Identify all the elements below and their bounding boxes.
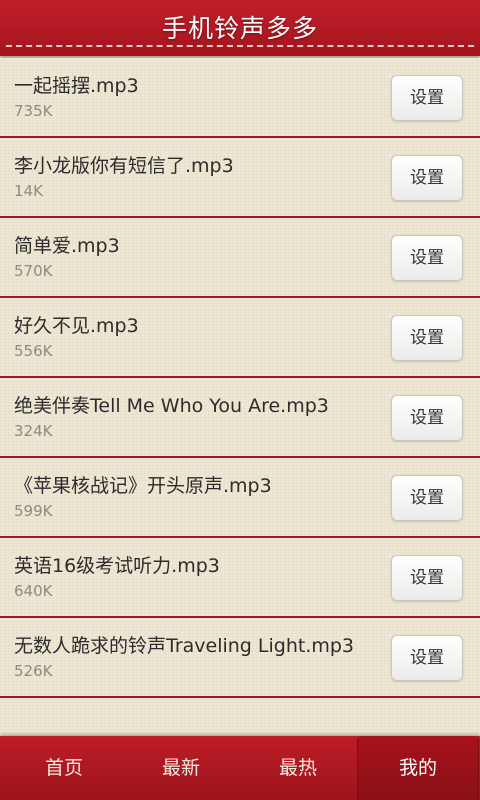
- tab-home[interactable]: 首页: [4, 736, 124, 800]
- ringtone-name: 李小龙版你有短信了.mp3: [14, 155, 234, 177]
- set-ringtone-button[interactable]: 设置: [391, 235, 463, 281]
- title-stitch-divider: [6, 45, 474, 47]
- ringtone-size: 324K: [14, 422, 53, 440]
- ringtone-size: 599K: [14, 502, 53, 520]
- set-ringtone-button[interactable]: 设置: [391, 555, 463, 601]
- ringtone-size: 570K: [14, 262, 53, 280]
- ringtone-name: 《苹果核战记》开头原声.mp3: [14, 475, 272, 497]
- ringtone-row[interactable]: 英语16级考试听力.mp3 640K 设置: [0, 538, 480, 618]
- set-ringtone-button[interactable]: 设置: [391, 635, 463, 681]
- tab-latest[interactable]: 最新: [121, 736, 241, 800]
- ringtone-name: 简单爱.mp3: [14, 235, 120, 257]
- set-ringtone-button[interactable]: 设置: [391, 155, 463, 201]
- ringtone-name: 无数人跪求的铃声Traveling Light.mp3: [14, 635, 355, 657]
- ringtone-row[interactable]: 一起摇摆.mp3 735K 设置: [0, 58, 480, 138]
- ringtone-row[interactable]: 无数人跪求的铃声Traveling Light.mp3 526K 设置: [0, 618, 480, 698]
- ringtone-row[interactable]: 简单爱.mp3 570K 设置: [0, 218, 480, 298]
- set-ringtone-button[interactable]: 设置: [391, 75, 463, 121]
- ringtone-name: 英语16级考试听力.mp3: [14, 555, 220, 577]
- ringtone-row[interactable]: 绝美伴奏Tell Me Who You Are.mp3 324K 设置: [0, 378, 480, 458]
- ringtone-size: 526K: [14, 662, 53, 680]
- app-title: 手机铃声多多: [161, 14, 318, 43]
- set-ringtone-button[interactable]: 设置: [391, 315, 463, 361]
- ringtone-list[interactable]: 一起摇摆.mp3 735K 设置 李小龙版你有短信了.mp3 14K 设置 简单…: [0, 58, 480, 736]
- ringtone-row[interactable]: 好久不见.mp3 556K 设置: [0, 298, 480, 378]
- ringtone-size: 640K: [14, 582, 53, 600]
- ringtone-name: 好久不见.mp3: [14, 315, 139, 337]
- bottom-tab-bar: 首页 最新 最热 我的: [0, 736, 480, 800]
- ringtone-name: 一起摇摆.mp3: [14, 75, 139, 97]
- set-ringtone-button[interactable]: 设置: [391, 475, 463, 521]
- ringtone-size: 556K: [14, 342, 53, 360]
- tab-mine[interactable]: 我的: [357, 736, 479, 800]
- title-bar: 手机铃声多多: [0, 0, 480, 56]
- ringtone-name: 绝美伴奏Tell Me Who You Are.mp3: [14, 395, 329, 417]
- ringtone-row[interactable]: 《苹果核战记》开头原声.mp3 599K 设置: [0, 458, 480, 538]
- ringtone-row[interactable]: 李小龙版你有短信了.mp3 14K 设置: [0, 138, 480, 218]
- ringtone-size: 14K: [14, 182, 43, 200]
- set-ringtone-button[interactable]: 设置: [391, 395, 463, 441]
- ringtone-size: 735K: [14, 102, 53, 120]
- tab-hottest[interactable]: 最热: [238, 736, 358, 800]
